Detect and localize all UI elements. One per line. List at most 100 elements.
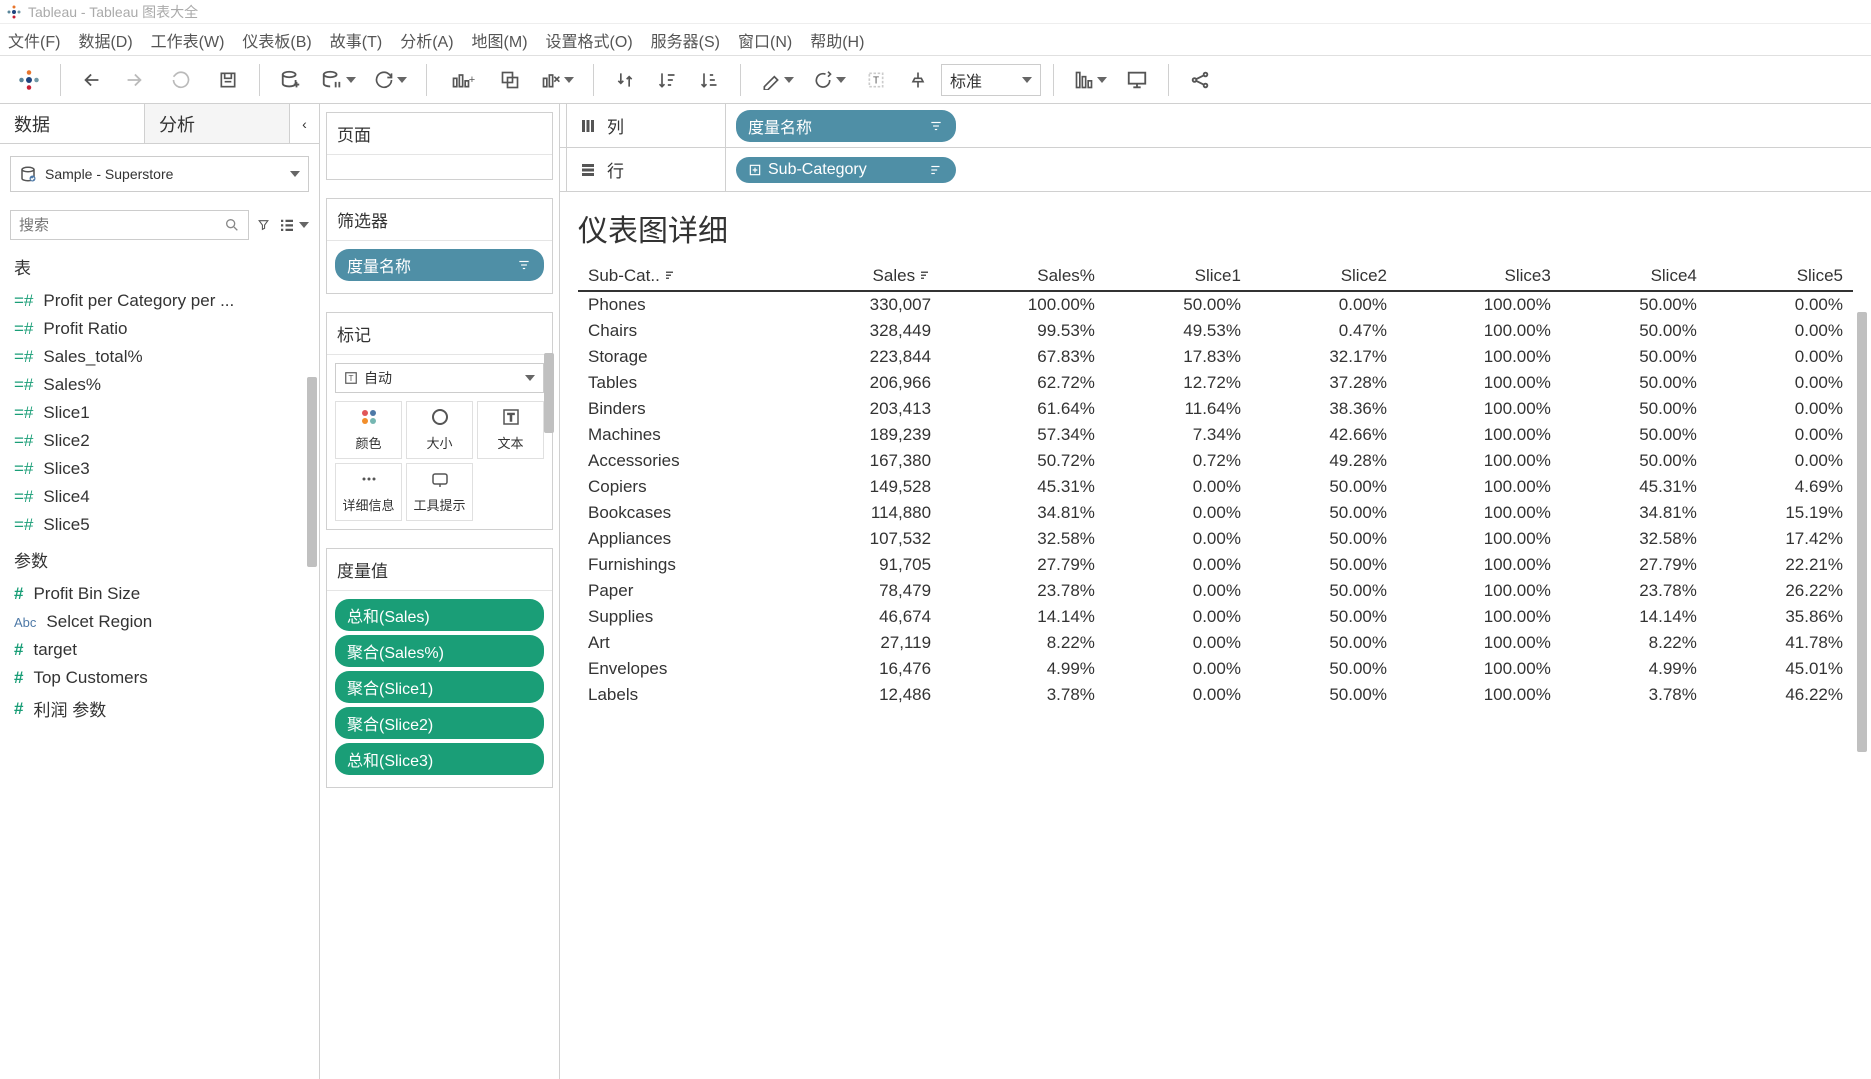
param-Selcet-Region[interactable]: AbcSelcet Region <box>0 608 319 636</box>
refresh-button[interactable] <box>366 61 414 99</box>
measure-pill--Slice1-[interactable]: 聚合(Slice1) <box>335 671 544 703</box>
cell-value: 50.00% <box>1561 291 1707 318</box>
field-Sales-[interactable]: =#Sales% <box>0 371 319 399</box>
table-row[interactable]: Appliances107,53232.58%0.00%50.00%100.00… <box>578 526 1853 552</box>
menu-工作表[interactable]: 工作表(W) <box>151 28 225 52</box>
table-row[interactable]: Furnishings91,70527.79%0.00%50.00%100.00… <box>578 552 1853 578</box>
field-Slice2[interactable]: =#Slice2 <box>0 427 319 455</box>
param-Profit-Bin-Size[interactable]: #Profit Bin Size <box>0 580 319 608</box>
presentation-button[interactable] <box>1118 61 1156 99</box>
undo-button[interactable] <box>157 61 205 99</box>
columns-shelf[interactable]: 列 度量名称 <box>560 104 1871 148</box>
tableau-logo-button[interactable] <box>10 61 48 99</box>
table-row[interactable]: Envelopes16,4764.99%0.00%50.00%100.00%4.… <box>578 656 1853 682</box>
pin-button[interactable] <box>899 61 937 99</box>
menu-数据[interactable]: 数据(D) <box>78 28 132 52</box>
table-row[interactable]: Bookcases114,88034.81%0.00%50.00%100.00%… <box>578 500 1853 526</box>
menu-服务器[interactable]: 服务器(S) <box>651 28 720 52</box>
new-datasource-button[interactable] <box>272 61 310 99</box>
field-Slice5[interactable]: =#Slice5 <box>0 511 319 539</box>
col-header-Sales-[interactable]: Sales% <box>941 262 1105 291</box>
table-row[interactable]: Copiers149,52845.31%0.00%50.00%100.00%45… <box>578 474 1853 500</box>
share-button[interactable] <box>1181 61 1219 99</box>
show-me-button[interactable] <box>1066 61 1114 99</box>
new-worksheet-button[interactable]: + <box>439 61 487 99</box>
mark-text[interactable]: T文本 <box>477 401 544 459</box>
datasource-select[interactable]: Sample - Superstore <box>10 156 309 192</box>
field-Sales-total-[interactable]: =#Sales_total% <box>0 343 319 371</box>
table-row[interactable]: Paper78,47923.78%0.00%50.00%100.00%23.78… <box>578 578 1853 604</box>
menu-文件[interactable]: 文件(F) <box>8 28 60 52</box>
col-header-Slice4[interactable]: Slice4 <box>1561 262 1707 291</box>
scrollbar-thumb[interactable] <box>307 377 317 567</box>
filter-icon[interactable] <box>257 216 270 234</box>
clear-button[interactable] <box>533 61 581 99</box>
table-row[interactable]: Labels12,4863.78%0.00%50.00%100.00%3.78%… <box>578 682 1853 708</box>
menu-分析[interactable]: 分析(A) <box>400 28 453 52</box>
col-header-Slice5[interactable]: Slice5 <box>1707 262 1853 291</box>
tab-analytics[interactable]: 分析 <box>144 104 289 143</box>
collapse-sidebar-button[interactable]: ‹ <box>289 104 319 143</box>
mark-color[interactable]: 颜色 <box>335 401 402 459</box>
mark-size[interactable]: 大小 <box>406 401 473 459</box>
field-Slice3[interactable]: =#Slice3 <box>0 455 319 483</box>
menu-仪表板[interactable]: 仪表板(B) <box>242 28 311 52</box>
col-header-Sales[interactable]: Sales <box>788 262 941 291</box>
menu-窗口[interactable]: 窗口(N) <box>738 28 792 52</box>
tab-data[interactable]: 数据 <box>0 104 144 143</box>
field-Profit-Ratio[interactable]: =#Profit Ratio <box>0 315 319 343</box>
param-target[interactable]: #target <box>0 636 319 664</box>
highlight-button[interactable] <box>753 61 801 99</box>
field-Slice4[interactable]: =#Slice4 <box>0 483 319 511</box>
table-row[interactable]: Accessories167,38050.72%0.72%49.28%100.0… <box>578 448 1853 474</box>
view-options-button[interactable] <box>278 216 309 234</box>
table-row[interactable]: Binders203,41361.64%11.64%38.36%100.00%5… <box>578 396 1853 422</box>
pause-data-button[interactable] <box>314 61 362 99</box>
param-Top-Customers[interactable]: #Top Customers <box>0 664 319 692</box>
table-row[interactable]: Storage223,84467.83%17.83%32.17%100.00%5… <box>578 344 1853 370</box>
viz-scrollbar[interactable] <box>1857 312 1867 752</box>
menu-设置格式[interactable]: 设置格式(O) <box>546 28 633 52</box>
table-row[interactable]: Supplies46,67414.14%0.00%50.00%100.00%14… <box>578 604 1853 630</box>
table-row[interactable]: Chairs328,44999.53%49.53%0.47%100.00%50.… <box>578 318 1853 344</box>
menu-地图[interactable]: 地图(M) <box>472 28 528 52</box>
menu-帮助[interactable]: 帮助(H) <box>810 28 864 52</box>
swap-button[interactable] <box>606 61 644 99</box>
columns-pill-measure-names[interactable]: 度量名称 <box>736 110 956 142</box>
group-button[interactable] <box>805 61 853 99</box>
sort-desc-button[interactable] <box>690 61 728 99</box>
measure-pill--Slice3-[interactable]: 总和(Slice3) <box>335 743 544 775</box>
save-button[interactable] <box>209 61 247 99</box>
cell-value: 27.79% <box>941 552 1105 578</box>
search-input[interactable] <box>10 210 249 240</box>
filter-pill-measure-names[interactable]: 度量名称 <box>335 249 544 281</box>
viz-title[interactable]: 仪表图详细 <box>578 206 1853 250</box>
table-row[interactable]: Machines189,23957.34%7.34%42.66%100.00%5… <box>578 422 1853 448</box>
back-button[interactable] <box>73 61 111 99</box>
measure-pill--Sales-[interactable]: 总和(Sales) <box>335 599 544 631</box>
param--[interactable]: #利润 参数 <box>0 692 319 725</box>
col-header-Sub-Cat-[interactable]: Sub-Cat.. <box>578 262 788 291</box>
col-header-Slice2[interactable]: Slice2 <box>1251 262 1397 291</box>
labels-button[interactable]: T <box>857 61 895 99</box>
forward-button[interactable] <box>115 61 153 99</box>
sort-asc-button[interactable] <box>648 61 686 99</box>
fit-select[interactable]: 标准 <box>941 64 1041 96</box>
table-row[interactable]: Art27,1198.22%0.00%50.00%100.00%8.22%41.… <box>578 630 1853 656</box>
mark-type-select[interactable]: T 自动 <box>335 363 544 393</box>
field-Profit-per-Category-per-[interactable]: =#Profit per Category per ... <box>0 287 319 315</box>
duplicate-button[interactable] <box>491 61 529 99</box>
field-Slice1[interactable]: =#Slice1 <box>0 399 319 427</box>
mark-detail[interactable]: 详细信息 <box>335 463 402 521</box>
col-header-Slice3[interactable]: Slice3 <box>1397 262 1561 291</box>
mark-tooltip[interactable]: 工具提示 <box>406 463 473 521</box>
table-row[interactable]: Tables206,96662.72%12.72%37.28%100.00%50… <box>578 370 1853 396</box>
table-row[interactable]: Phones330,007100.00%50.00%0.00%100.00%50… <box>578 291 1853 318</box>
measure-pill--Sales-[interactable]: 聚合(Sales%) <box>335 635 544 667</box>
rows-shelf[interactable]: 行 Sub-Category <box>560 148 1871 192</box>
marks-scrollbar[interactable] <box>544 353 554 433</box>
measure-pill--Slice2-[interactable]: 聚合(Slice2) <box>335 707 544 739</box>
menu-故事[interactable]: 故事(T) <box>330 28 382 52</box>
col-header-Slice1[interactable]: Slice1 <box>1105 262 1251 291</box>
rows-pill-subcategory[interactable]: Sub-Category <box>736 157 956 183</box>
